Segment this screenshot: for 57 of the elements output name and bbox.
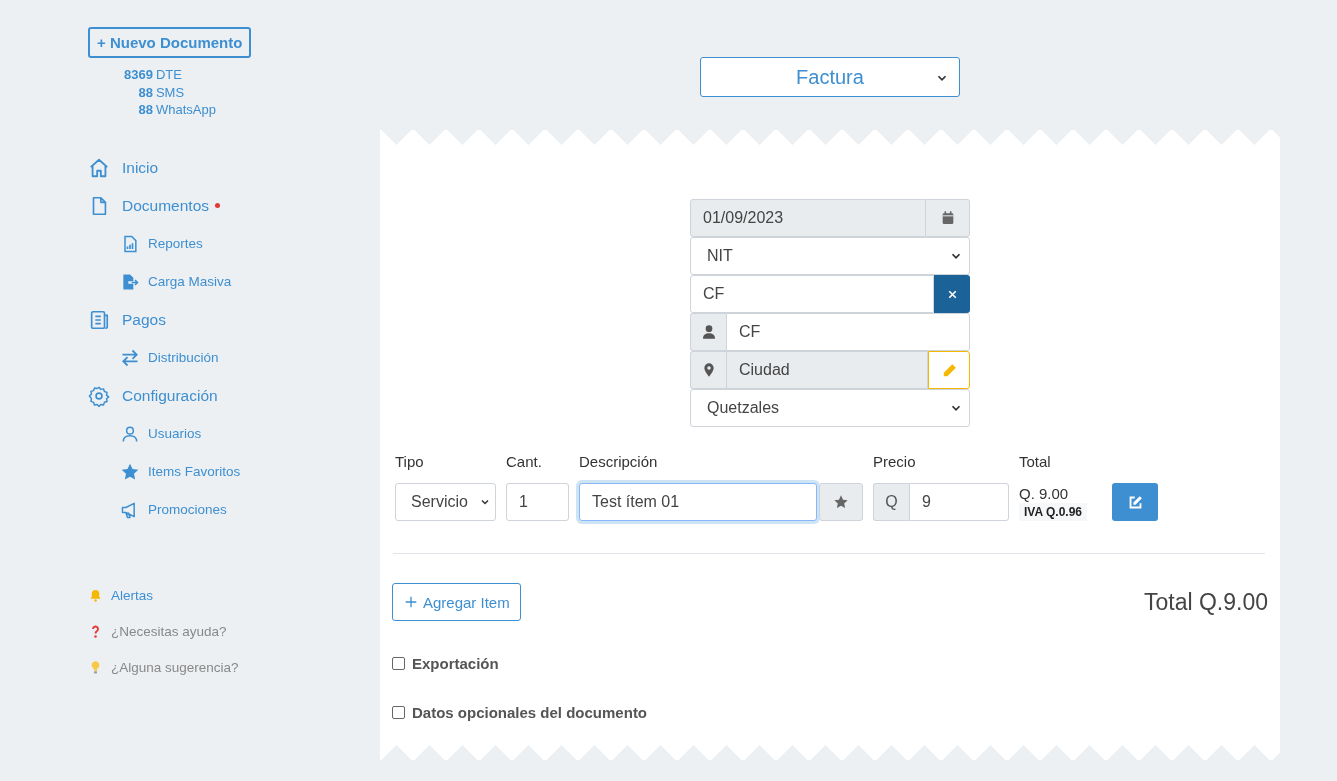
column-label: Precio <box>873 452 917 472</box>
document-type-dropdown[interactable]: Factura <box>700 57 960 97</box>
credit-label: WhatsApp <box>155 101 216 119</box>
dropdown[interactable]: Quetzales <box>690 389 970 427</box>
checkbox[interactable] <box>392 706 405 719</box>
nav-subitem[interactable]: Items Favoritos <box>88 452 292 491</box>
settings-icon <box>88 384 110 407</box>
checkbox[interactable] <box>392 657 405 670</box>
credit-label: SMS <box>155 83 186 101</box>
credit-count: 88 <box>137 83 153 101</box>
grand-total: Total Q.9.00 <box>1143 588 1268 616</box>
tax-amount: IVA Q.0.96 <box>1019 503 1088 521</box>
swap-arrows-icon <box>120 347 140 368</box>
line-total: Q. 9.00 <box>1019 485 1070 502</box>
favorite-button[interactable] <box>819 483 863 521</box>
nav-item[interactable]: Documentos <box>88 186 292 225</box>
address-field[interactable]: Ciudad <box>726 351 928 389</box>
plus-icon <box>403 594 419 610</box>
price-field[interactable]: 9 <box>909 483 1009 521</box>
nav-subitem[interactable]: Promociones <box>88 490 292 529</box>
calendar-button[interactable] <box>926 199 970 237</box>
column-label: Cant. <box>506 452 543 472</box>
help-link[interactable]: ¿Alguna sugerencia? <box>88 649 292 686</box>
input-field[interactable]: CF <box>690 275 934 313</box>
new-document-button[interactable]: + Nuevo Documento <box>88 27 252 58</box>
credit-label: DTE <box>155 66 183 84</box>
quantity-field[interactable]: 1 <box>506 483 569 521</box>
add-item-button[interactable]: Agregar Item <box>392 583 521 621</box>
column-label: Descripción <box>579 452 659 472</box>
nav-subitem[interactable]: Distribución <box>88 338 292 377</box>
credit-count: 8369 <box>124 66 153 84</box>
currency-label: Q <box>873 483 909 521</box>
nav-subitem[interactable]: Carga Masiva <box>88 262 292 301</box>
clear-button[interactable] <box>934 275 970 313</box>
help-link[interactable]: ¿Necesitas ayuda? <box>88 613 292 650</box>
name-field[interactable]: CF <box>726 313 970 351</box>
date-field[interactable]: 01/09/2023 <box>690 199 926 237</box>
person-icon <box>700 324 717 340</box>
nav-item[interactable]: Configuración <box>88 376 292 415</box>
home-icon <box>88 156 110 179</box>
nav-item[interactable]: Inicio <box>88 148 292 187</box>
bell-icon <box>88 588 103 603</box>
dropdown[interactable]: NIT <box>690 237 970 275</box>
nav-item[interactable]: Pagos <box>88 300 292 339</box>
column-label: Tipo <box>395 452 425 472</box>
newspaper-icon <box>88 308 110 331</box>
nav-subitem[interactable]: Reportes <box>88 224 292 263</box>
option-label: Datos opcionales del documento <box>412 704 648 721</box>
type-dropdown[interactable]: Servicio <box>395 483 496 521</box>
description-field[interactable]: Test ítem 01 <box>579 483 817 521</box>
credit-count: 88 <box>137 101 153 119</box>
edit-item-button[interactable] <box>1112 483 1158 521</box>
alerts-link[interactable]: Alertas <box>88 577 292 614</box>
nav-subitem[interactable]: Usuarios <box>88 414 292 453</box>
column-label: Total <box>1019 452 1052 472</box>
star-icon <box>833 494 849 510</box>
option-label: Exportación <box>412 655 499 672</box>
